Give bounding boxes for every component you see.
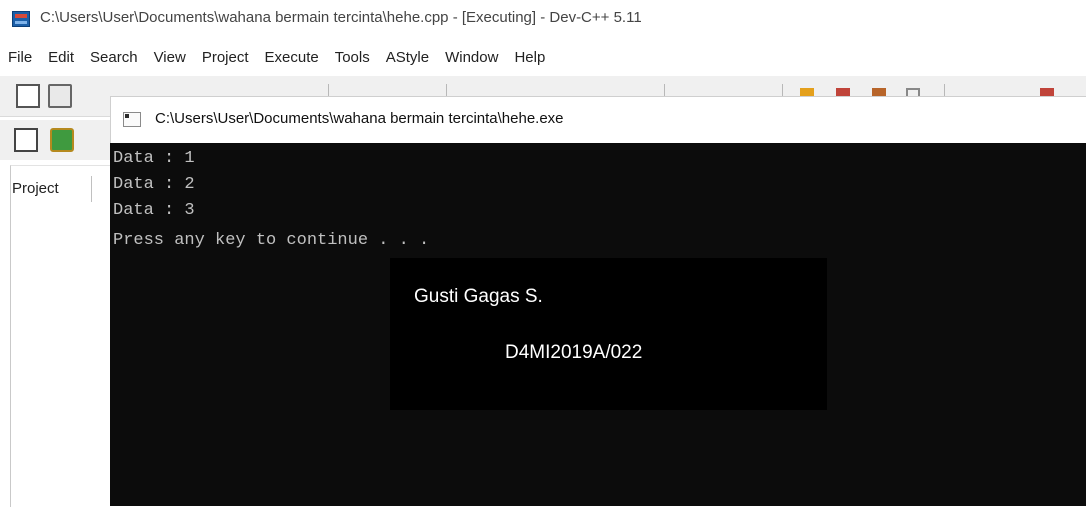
new-project-icon[interactable] [50,128,74,152]
console-title-bar[interactable]: C:\Users\User\Documents\wahana bermain t… [110,96,1086,143]
open-file-icon[interactable] [48,84,72,108]
student-id: D4MI2019A/022 [505,342,643,363]
menu-view[interactable]: View [154,49,186,66]
menu-window[interactable]: Window [445,49,498,66]
console-line: Data : 1 [113,149,195,168]
console-line: Data : 3 [113,201,195,220]
name-label-box: Gusti Gagas S. D4MI2019A/022 [390,258,827,410]
menu-search[interactable]: Search [90,49,138,66]
tab-separator [91,176,92,202]
ide-title-bar: C:\Users\User\Documents\wahana bermain t… [0,0,1086,36]
menu-file[interactable]: File [8,49,32,66]
new-file-icon[interactable] [16,84,40,108]
menu-astyle[interactable]: AStyle [386,49,429,66]
secondary-toolbar [0,120,110,160]
menu-bar: File Edit Search View Project Execute To… [0,44,1086,70]
console-line: Press any key to continue . . . [113,231,430,250]
student-name: Gusti Gagas S. [414,286,543,307]
ide-window-title: C:\Users\User\Documents\wahana bermain t… [40,9,642,26]
console-line: Data : 2 [113,175,195,194]
tab-project[interactable]: Project [12,180,59,197]
insert-icon[interactable] [14,128,38,152]
menu-execute[interactable]: Execute [265,49,319,66]
console-app-icon[interactable] [123,112,141,127]
menu-project[interactable]: Project [202,49,249,66]
menu-edit[interactable]: Edit [48,49,74,66]
menu-tools[interactable]: Tools [335,49,370,66]
console-window-title: C:\Users\User\Documents\wahana bermain t… [155,110,564,127]
devcpp-app-icon[interactable] [12,11,30,27]
menu-help[interactable]: Help [514,49,545,66]
project-panel [10,165,111,507]
